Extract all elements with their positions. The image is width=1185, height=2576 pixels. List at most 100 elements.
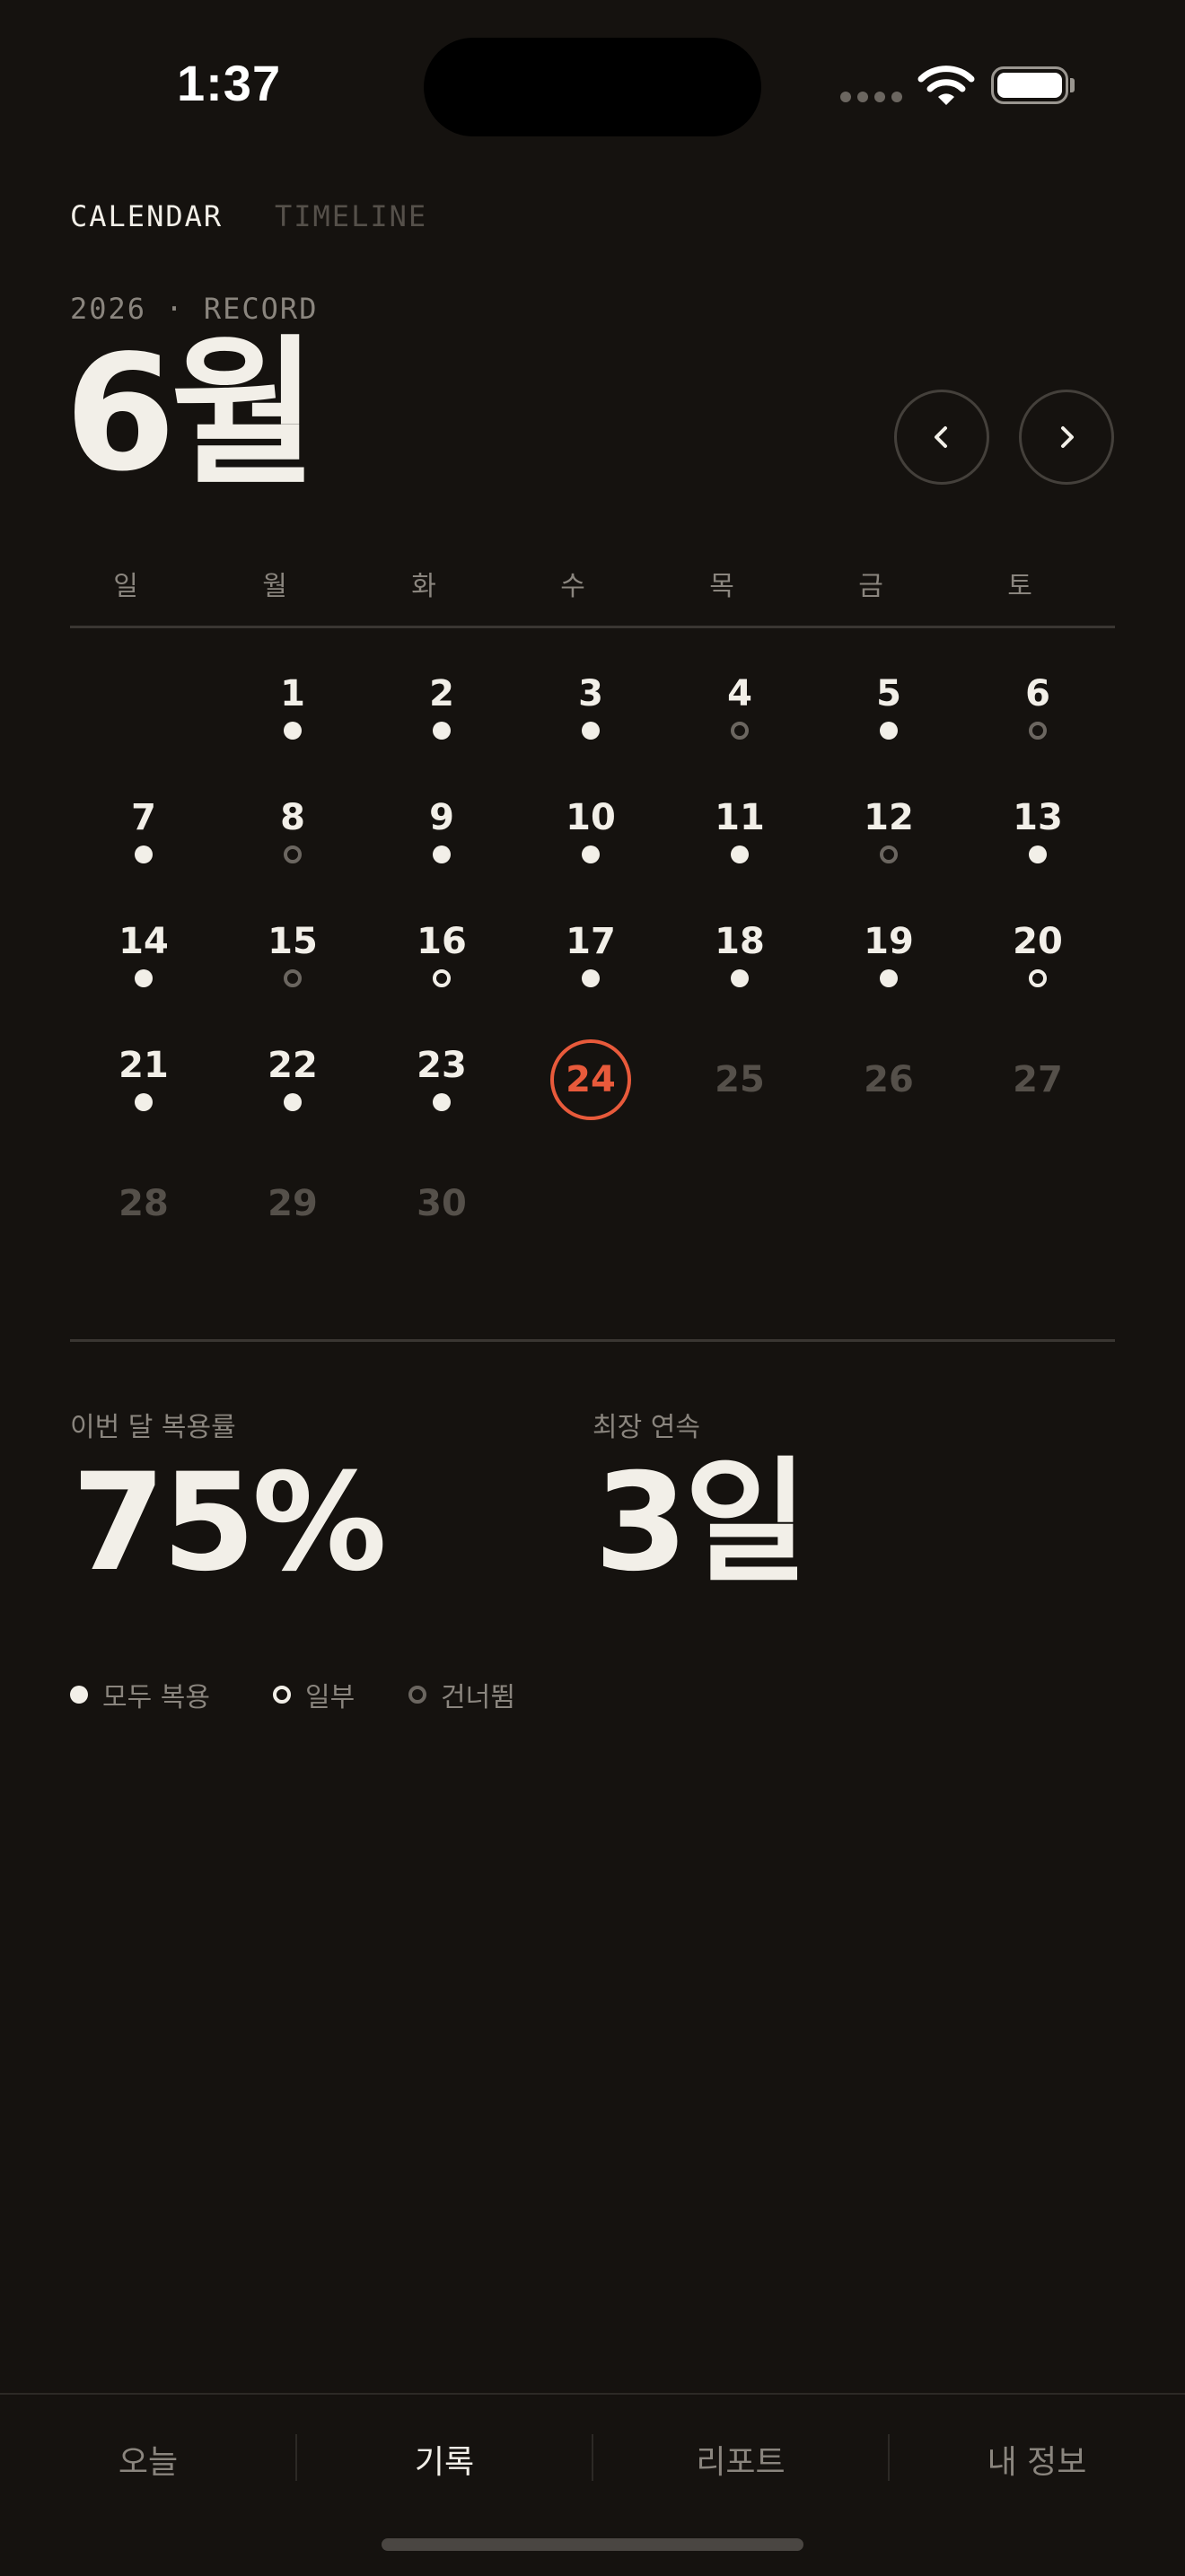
weekday-label: 수 [560, 571, 585, 602]
full-dot-icon [582, 846, 600, 863]
skipped-dot-icon [731, 722, 749, 740]
calendar-day[interactable]: 17 [537, 921, 645, 1020]
legend-item-skipped: 건너뜀 [408, 1675, 515, 1714]
day-number: 17 [566, 921, 616, 962]
calendar-day[interactable]: 2 [388, 673, 496, 772]
calendar-day[interactable]: 22 [239, 1045, 347, 1143]
calendar-day[interactable]: 27 [984, 1045, 1092, 1143]
day-number: 9 [429, 797, 454, 838]
calendar-day[interactable]: 8 [239, 797, 347, 896]
full-dot-icon [135, 1093, 153, 1111]
calendar-day[interactable]: 28 [90, 1169, 198, 1267]
calendar-day[interactable]: 14 [90, 921, 198, 1020]
day-number: 29 [268, 1183, 318, 1224]
status-time: 1:37 [177, 55, 282, 111]
day-number: 19 [864, 921, 914, 962]
weekday-divider [70, 626, 1115, 628]
calendar-day[interactable]: 7 [90, 797, 198, 896]
adherence-value: 75% [72, 1445, 387, 1601]
calendar-day[interactable]: 20 [984, 921, 1092, 1020]
next-month-button[interactable] [1019, 390, 1114, 485]
calendar-day[interactable]: 9 [388, 797, 496, 896]
calendar-day[interactable]: 12 [835, 797, 943, 896]
day-number: 28 [118, 1183, 169, 1224]
previous-month-button[interactable] [894, 390, 989, 485]
legend-item-partial: 일부 [273, 1675, 355, 1714]
skipped-dot-icon [284, 969, 302, 987]
day-number: 10 [566, 797, 616, 838]
stats-divider [70, 1339, 1115, 1342]
full-dot-icon [284, 1093, 302, 1111]
full-dot-icon [731, 969, 749, 987]
legend-item-full: 모두 복용 [70, 1675, 210, 1714]
full-dot-icon [731, 846, 749, 863]
nav-today[interactable]: 오늘 [0, 2436, 296, 2483]
dynamic-island [424, 38, 761, 136]
day-number: 13 [1013, 797, 1063, 838]
tab-timeline[interactable]: TIMELINE [275, 199, 427, 233]
calendar-day[interactable]: 21 [90, 1045, 198, 1143]
partial-dot-icon [273, 1686, 291, 1704]
legend-label: 모두 복용 [102, 1682, 210, 1713]
day-number: 16 [417, 921, 467, 962]
day-number: 2 [429, 673, 454, 714]
full-dot-icon [582, 969, 600, 987]
calendar-day[interactable]: 13 [984, 797, 1092, 896]
calendar-day[interactable]: 11 [686, 797, 794, 896]
calendar-day[interactable]: 23 [388, 1045, 496, 1143]
weekday-label: 목 [709, 571, 734, 602]
weekday-label: 토 [1007, 571, 1032, 602]
calendar-day[interactable]: 16 [388, 921, 496, 1020]
partial-dot-icon [433, 969, 451, 987]
skipped-dot-icon [408, 1686, 426, 1704]
cellular-signal-icon [840, 92, 902, 102]
day-number: 8 [280, 797, 305, 838]
calendar-day[interactable]: 18 [686, 921, 794, 1020]
nav-records[interactable]: 기록 [296, 2436, 592, 2483]
skipped-dot-icon [284, 846, 302, 863]
nav-my-info[interactable]: 내 정보 [889, 2436, 1185, 2483]
weekday-label: 일 [113, 571, 138, 602]
day-number: 3 [578, 673, 603, 714]
battery-cap [1070, 78, 1075, 92]
calendar-day[interactable]: 26 [835, 1045, 943, 1143]
calendar-day[interactable]: 3 [537, 673, 645, 772]
calendar-day[interactable]: 30 [388, 1169, 496, 1267]
day-number: 27 [1013, 1059, 1063, 1100]
day-number: 22 [268, 1045, 318, 1086]
day-number: 30 [417, 1183, 467, 1224]
weekday-label: 금 [858, 571, 883, 602]
streak-value: 3일 [594, 1445, 808, 1601]
adherence-label: 이번 달 복용률 [70, 1412, 236, 1443]
calendar-day[interactable]: 6 [984, 673, 1092, 772]
legend-label: 일부 [305, 1682, 356, 1713]
day-number: 11 [715, 797, 765, 838]
streak-label: 최장 연속 [592, 1412, 700, 1443]
day-number: 15 [268, 921, 318, 962]
day-number: 26 [864, 1059, 914, 1100]
day-number: 5 [876, 673, 901, 714]
day-number: 18 [715, 921, 765, 962]
calendar-day[interactable]: 29 [239, 1169, 347, 1267]
day-number: 23 [417, 1045, 467, 1086]
calendar-day-today[interactable]: 24 [537, 1039, 645, 1143]
calendar-day[interactable]: 10 [537, 797, 645, 896]
day-number: 20 [1013, 921, 1063, 962]
full-dot-icon [880, 722, 898, 740]
nav-report[interactable]: 리포트 [592, 2436, 889, 2483]
tab-calendar[interactable]: CALENDAR [70, 199, 223, 233]
day-number: 6 [1025, 673, 1050, 714]
chevron-right-icon [1061, 426, 1074, 448]
calendar-day[interactable]: 4 [686, 673, 794, 772]
weekday-label: 월 [262, 571, 287, 602]
calendar-day[interactable]: 25 [686, 1045, 794, 1143]
page-title: 6월 [65, 320, 318, 506]
calendar-day[interactable]: 1 [239, 673, 347, 772]
battery-icon [991, 66, 1068, 104]
day-number: 21 [118, 1045, 169, 1086]
full-dot-icon [135, 969, 153, 987]
skipped-dot-icon [880, 846, 898, 863]
calendar-day[interactable]: 5 [835, 673, 943, 772]
calendar-day[interactable]: 15 [239, 921, 347, 1020]
calendar-day[interactable]: 19 [835, 921, 943, 1020]
